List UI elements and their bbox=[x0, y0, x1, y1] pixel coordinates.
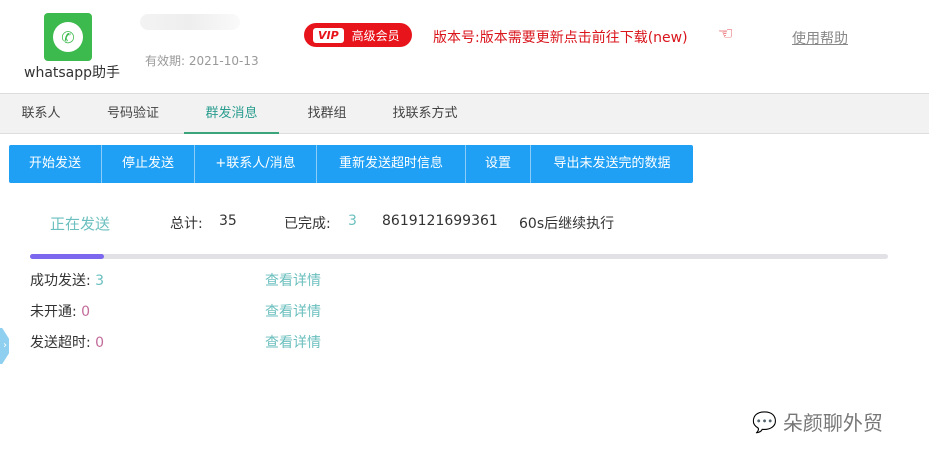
tab-number-verify[interactable]: 号码验证 bbox=[82, 94, 184, 134]
done-value: 3 bbox=[348, 213, 357, 229]
done-label: 已完成: bbox=[284, 216, 331, 232]
watermark-text: 朵颜聊外贸 bbox=[782, 411, 883, 435]
view-details-link[interactable]: 查看详情 bbox=[265, 332, 321, 352]
vip-badge: VIP 高级会员 bbox=[304, 23, 412, 47]
current-number: 8619121699361 bbox=[382, 213, 498, 229]
main-tabs: 联系人 号码验证 群发消息 找群组 找联系方式 bbox=[0, 93, 929, 134]
result-success: 成功发送: 3 bbox=[30, 270, 104, 290]
vip-label: 高级会员 bbox=[351, 28, 400, 43]
result-value: 3 bbox=[95, 273, 105, 289]
view-details-link[interactable]: 查看详情 bbox=[265, 270, 321, 290]
view-details-link[interactable]: 查看详情 bbox=[265, 301, 321, 321]
tab-contacts[interactable]: 联系人 bbox=[0, 94, 82, 134]
progress-fill bbox=[30, 254, 104, 259]
wechat-icon: 💬 bbox=[752, 409, 777, 434]
resend-timeout-button[interactable]: 重新发送超时信息 bbox=[317, 145, 466, 183]
side-expand-handle[interactable]: › bbox=[0, 328, 9, 364]
phone-icon: ✆ bbox=[53, 22, 83, 52]
result-value: 0 bbox=[95, 335, 105, 351]
result-not-registered: 未开通: 0 bbox=[30, 301, 90, 321]
blurred-username bbox=[140, 14, 240, 30]
watermark: 💬 朵颜聊外贸 bbox=[752, 407, 883, 436]
result-value: 0 bbox=[81, 304, 91, 320]
total-value: 35 bbox=[219, 213, 237, 229]
add-contacts-button[interactable]: +联系人/消息 bbox=[195, 145, 317, 183]
result-label: 发送超时: bbox=[30, 335, 91, 351]
app-name: whatsapp助手 bbox=[24, 65, 121, 81]
version-update-link[interactable]: 版本号:版本需要更新点击前往下载(new) bbox=[433, 27, 688, 47]
start-send-button[interactable]: 开始发送 bbox=[9, 145, 102, 183]
whatsapp-logo: ✆ bbox=[44, 13, 92, 61]
stop-send-button[interactable]: 停止发送 bbox=[102, 145, 195, 183]
result-label: 成功发送: bbox=[30, 273, 91, 289]
send-state: 正在发送 bbox=[50, 215, 111, 233]
total-label: 总计: bbox=[170, 216, 203, 232]
pointing-hand-icon: ☜ bbox=[718, 24, 734, 44]
tab-bulk-message[interactable]: 群发消息 bbox=[184, 94, 279, 134]
expiry-date: 有效期: 2021-10-13 bbox=[145, 54, 259, 68]
settings-button[interactable]: 设置 bbox=[466, 145, 531, 183]
export-unsent-button[interactable]: 导出未发送完的数据 bbox=[531, 145, 693, 183]
tab-find-contacts[interactable]: 找联系方式 bbox=[375, 94, 475, 134]
help-link[interactable]: 使用帮助 bbox=[792, 28, 848, 48]
result-label: 未开通: bbox=[30, 304, 77, 320]
progress-bar bbox=[30, 254, 888, 259]
vip-tag: VIP bbox=[313, 27, 344, 43]
tab-find-groups[interactable]: 找群组 bbox=[279, 94, 375, 134]
toolbar: 开始发送 停止发送 +联系人/消息 重新发送超时信息 设置 导出未发送完的数据 bbox=[9, 145, 693, 183]
result-timeout: 发送超时: 0 bbox=[30, 332, 104, 352]
countdown: 60s后继续执行 bbox=[519, 216, 615, 232]
